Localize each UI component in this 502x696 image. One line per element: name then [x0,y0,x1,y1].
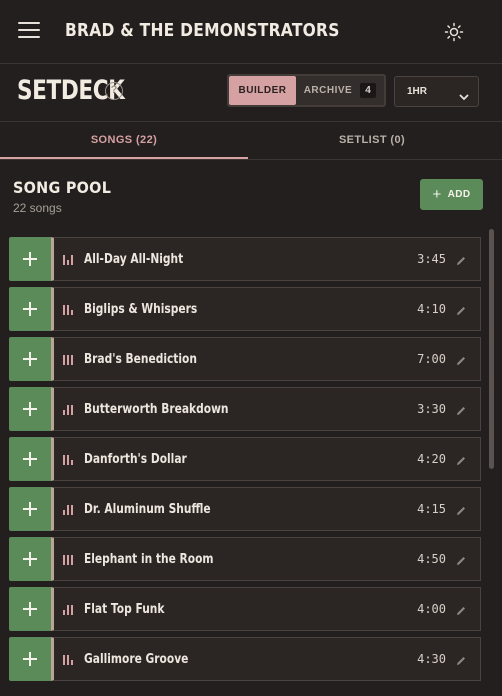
add-to-setlist-button[interactable] [9,487,51,531]
song-row: Flat Top Funk 4:00 [9,587,481,631]
pencil-icon[interactable] [455,654,467,666]
sun-icon[interactable] [443,21,465,43]
song-title: Gallimore Groove [84,651,189,667]
plus-icon [23,302,37,316]
plus-icon [23,252,37,266]
song-title: Biglips & Whispers [84,301,198,317]
pencil-icon[interactable] [455,254,467,266]
song-duration: 4:00 [417,602,446,616]
pencil-icon[interactable] [455,304,467,316]
song-duration: 3:45 [417,252,446,266]
song-card[interactable]: Brad's Benediction 7:00 [51,337,481,381]
top-bar: BRAD & THE DEMONSTRATORS [0,0,502,64]
add-to-setlist-button[interactable] [9,587,51,631]
archive-count-badge: 4 [360,83,377,98]
song-card[interactable]: Flat Top Funk 4:00 [51,587,481,631]
add-to-setlist-button[interactable] [9,387,51,431]
song-row: Danforth's Dollar 4:20 [9,437,481,481]
duration-select-value: 1HR [407,86,428,97]
song-title: All-Day All-Night [84,251,184,267]
mode-toggle: BUILDER ARCHIVE 4 [227,74,386,107]
plus-icon [23,602,37,616]
pencil-icon[interactable] [455,454,467,466]
energy-bars-icon [63,603,77,615]
song-title: Dr. Aluminum Shuffle [84,501,211,517]
energy-bars-icon [63,303,77,315]
song-row: Butterworth Breakdown 3:30 [9,387,481,431]
add-to-setlist-button[interactable] [9,287,51,331]
song-pool-count: 22 songs [13,201,62,215]
plus-icon [23,502,37,516]
song-row: Gallimore Groove 4:30 [9,637,481,681]
add-to-setlist-button[interactable] [9,437,51,481]
song-row: Brad's Benediction 7:00 [9,337,481,381]
pencil-icon[interactable] [455,504,467,516]
plus-icon: + [432,186,442,203]
band-name: BRAD & THE DEMONSTRATORS [65,20,340,41]
song-duration: 3:30 [417,402,446,416]
energy-bars-icon [63,353,77,365]
song-row: All-Day All-Night 3:45 [9,237,481,281]
song-row: Dr. Aluminum Shuffle 4:15 [9,487,481,531]
plus-icon [23,552,37,566]
song-card[interactable]: Butterworth Breakdown 3:30 [51,387,481,431]
song-duration: 4:50 [417,552,446,566]
song-duration: 7:00 [417,352,446,366]
add-song-label: ADD [447,189,471,200]
add-to-setlist-button[interactable] [9,537,51,581]
energy-bars-icon [63,253,77,265]
energy-bars-icon [63,653,77,665]
help-circle-icon[interactable]: ? [105,82,123,100]
song-row: Biglips & Whispers 4:10 [9,287,481,331]
tab-setlist[interactable]: SETLIST (0) [248,122,496,159]
tab-songs[interactable]: SONGS (22) [0,122,248,159]
energy-bars-icon [63,553,77,565]
mode-builder-button[interactable]: BUILDER [229,76,296,105]
hamburger-menu-icon[interactable] [18,22,40,40]
song-duration: 4:20 [417,452,446,466]
scrollbar[interactable] [489,229,494,469]
pencil-icon[interactable] [455,554,467,566]
plus-icon [23,652,37,666]
pencil-icon[interactable] [455,404,467,416]
song-card[interactable]: All-Day All-Night 3:45 [51,237,481,281]
song-row: Elephant in the Room 4:50 [9,537,481,581]
pencil-icon[interactable] [455,604,467,616]
song-list: All-Day All-Night 3:45 Biglips & Whispers 4… [9,237,481,696]
add-song-button[interactable]: + ADD [420,179,483,210]
song-title: Butterworth Breakdown [84,401,229,417]
song-pool-title: SONG POOL [13,178,112,197]
song-title: Flat Top Funk [84,601,165,617]
plus-icon [23,452,37,466]
song-duration: 4:30 [417,652,446,666]
chevron-down-icon [458,86,470,115]
add-to-setlist-button[interactable] [9,237,51,281]
mode-archive-button[interactable]: ARCHIVE 4 [296,76,384,105]
tab-bar: SONGS (22) SETLIST (0) [0,122,502,160]
add-to-setlist-button[interactable] [9,337,51,381]
mode-archive-label: ARCHIVE [303,85,353,96]
energy-bars-icon [63,403,77,415]
song-card[interactable]: Elephant in the Room 4:50 [51,537,481,581]
song-card[interactable]: Danforth's Dollar 4:20 [51,437,481,481]
add-to-setlist-button[interactable] [9,637,51,681]
plus-icon [23,402,37,416]
song-card[interactable]: Gallimore Groove 4:30 [51,637,481,681]
song-title: Danforth's Dollar [84,451,187,467]
energy-bars-icon [63,453,77,465]
song-title: Brad's Benediction [84,351,197,367]
song-duration: 4:10 [417,302,446,316]
energy-bars-icon [63,503,77,515]
duration-select[interactable]: 1HR [394,76,479,107]
song-card[interactable]: Biglips & Whispers 4:10 [51,287,481,331]
song-duration: 4:15 [417,502,446,516]
plus-icon [23,352,37,366]
app-header: SETDECK ? BUILDER ARCHIVE 4 1HR [0,64,502,122]
song-card[interactable]: Dr. Aluminum Shuffle 4:15 [51,487,481,531]
pencil-icon[interactable] [455,354,467,366]
song-title: Elephant in the Room [84,551,214,567]
